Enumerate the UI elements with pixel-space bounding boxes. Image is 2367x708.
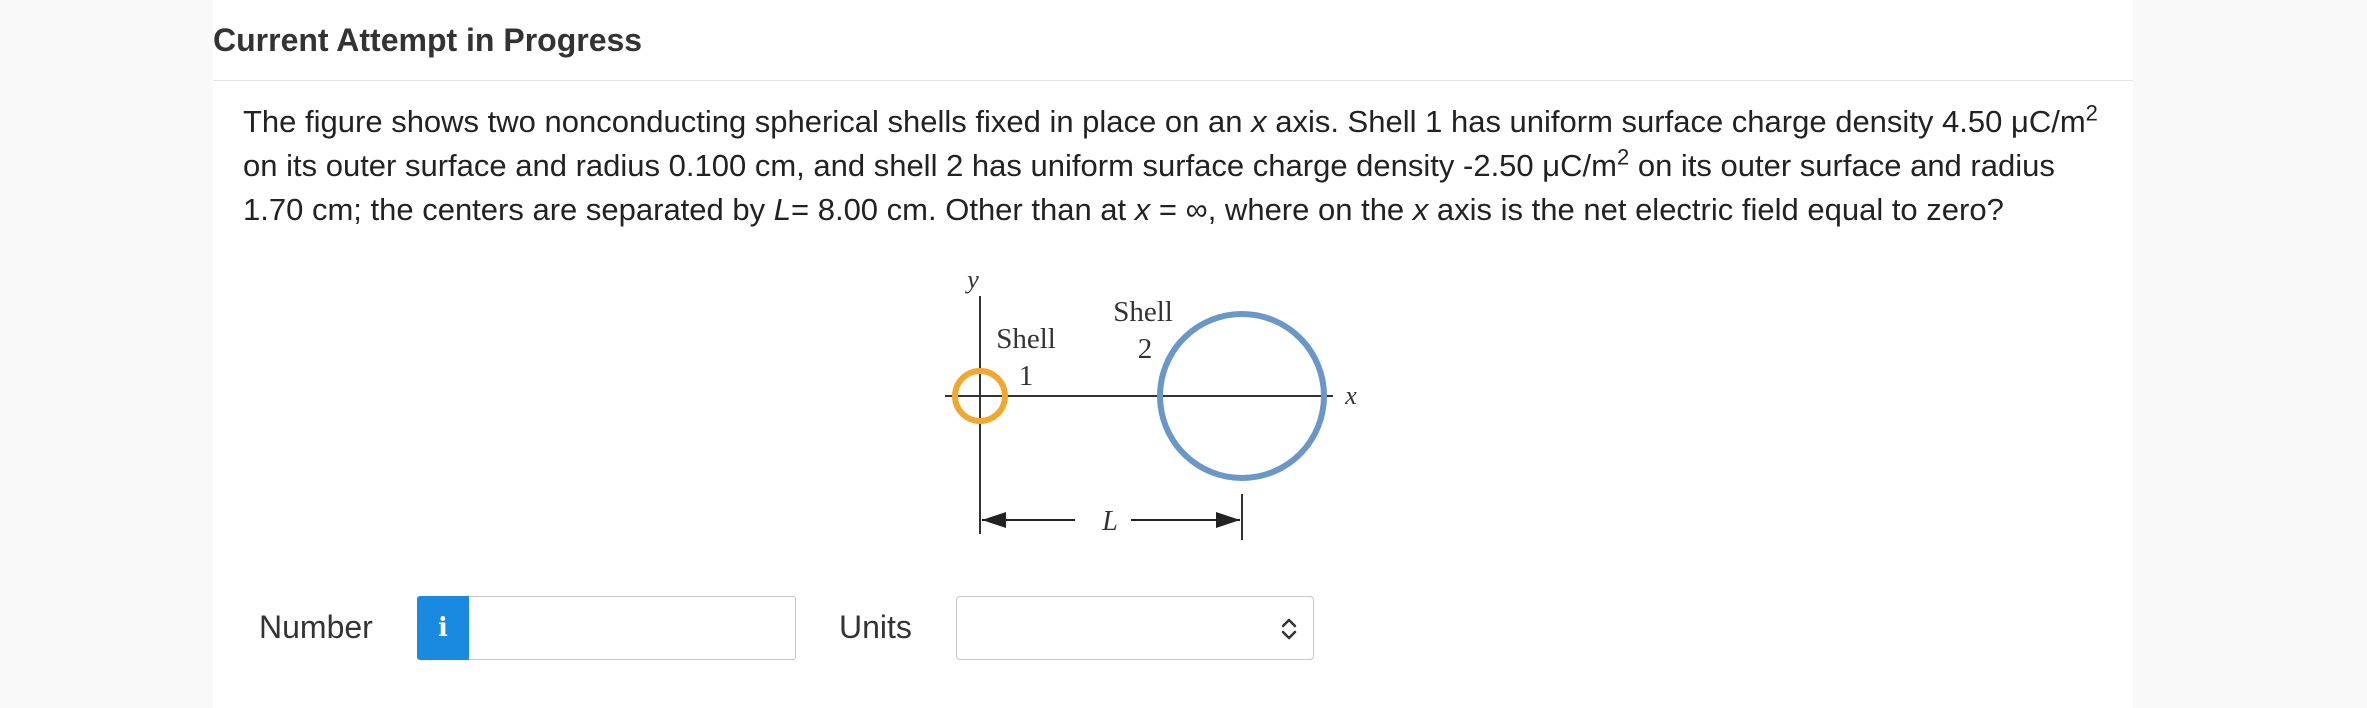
x-axis-label: x: [1344, 381, 1357, 410]
header-divider: [213, 80, 2133, 81]
question-var-L: L: [773, 192, 791, 227]
question-text-part: = ∞, where on the: [1150, 192, 1413, 227]
question-superscript: 2: [2085, 100, 2098, 126]
units-label: Units: [839, 609, 912, 645]
question-superscript: 2: [1616, 144, 1630, 170]
question-text: The figure shows two nonconducting spher…: [243, 100, 2103, 232]
page-title: Current Attempt in Progress: [213, 22, 643, 58]
number-input[interactable]: [469, 596, 796, 660]
y-axis-label: y: [964, 265, 979, 294]
shell-2-label-word: Shell: [1113, 296, 1173, 328]
question-text-part: axis is the net electric field equal to …: [1428, 192, 2004, 227]
shell-1-label-number: 1: [1019, 360, 1034, 392]
shell-2-label-number: 2: [1138, 333, 1153, 365]
question-var-x: x: [1412, 192, 1429, 227]
info-button[interactable]: i: [417, 596, 469, 660]
question-text-part: = 8.00 cm. Other than at: [791, 192, 1135, 227]
question-var-x: x: [1251, 104, 1267, 139]
question-text-part: on its outer surface and radius 0.100 cm…: [243, 148, 1617, 183]
number-label: Number: [259, 609, 373, 645]
chevron-updown-icon: [1281, 618, 1297, 640]
info-icon: i: [438, 613, 448, 643]
distance-label: L: [1101, 506, 1118, 537]
units-select[interactable]: [956, 596, 1314, 660]
shell-1-label-word: Shell: [996, 323, 1056, 355]
shells-figure: y x Shell 1 Shell 2 L: [945, 265, 1357, 540]
question-var-x: x: [1134, 192, 1151, 227]
question-text-part: axis. Shell 1 has uniform surface charge…: [1266, 104, 2086, 139]
question-text-part: The figure shows two nonconducting spher…: [243, 104, 1252, 139]
